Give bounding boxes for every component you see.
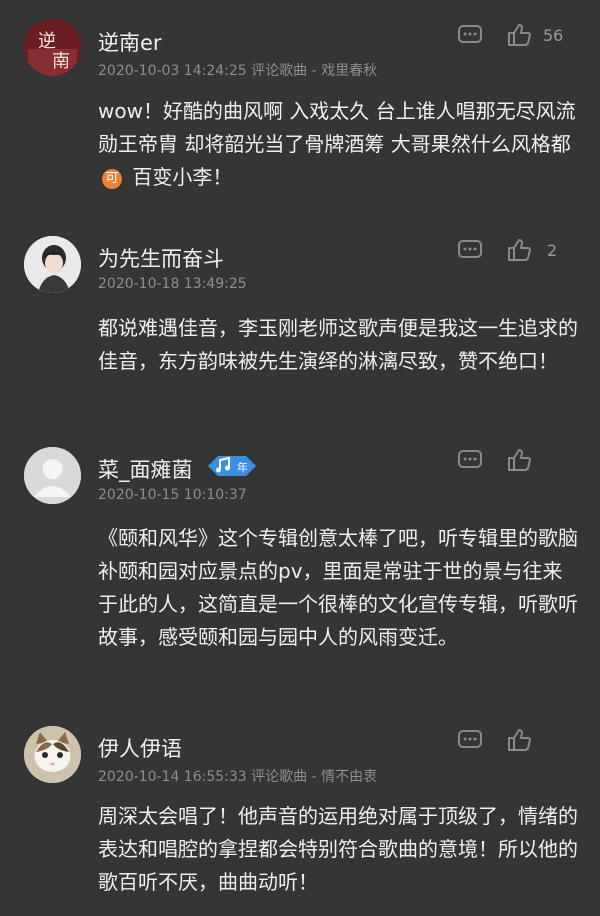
svg-text:逆: 逆 [38, 31, 56, 52]
username[interactable]: 伊人伊语 [98, 733, 182, 763]
comment-item: 逆 南 逆南er 2020-10-03 14:24:25 评论歌曲 - 戏里春秋… [0, 0, 600, 220]
thumbs-up-icon[interactable] [506, 727, 532, 753]
like-count: 2 [547, 241, 558, 260]
comment-text: 《颐和风华》这个专辑创意太棒了吧，听专辑里的歌脑补颐和园对应景点的pv，里面是常… [98, 526, 578, 649]
avatar[interactable] [24, 726, 81, 783]
comment-meta: 2020-10-03 14:24:25 评论歌曲 - 戏里春秋 [98, 63, 378, 79]
thumbs-up-icon[interactable] [506, 237, 532, 263]
thumbs-up-icon[interactable] [506, 22, 532, 48]
avatar[interactable]: 逆 南 [24, 19, 81, 76]
music-note-icon: 年 [208, 456, 256, 476]
comment-icon[interactable] [457, 22, 483, 48]
emoji-badge: 可 [102, 169, 122, 189]
comment-text: 都说难遇佳音，李玉刚老师这歌声便是我这一生追求的佳音，东方韵味被先生演绎的淋漓尽… [98, 316, 578, 373]
svg-text:南: 南 [52, 51, 70, 72]
thumbs-up-icon[interactable] [506, 447, 532, 473]
username[interactable]: 为先生而奋斗 [98, 243, 224, 273]
comment-icon[interactable] [457, 237, 483, 263]
avatar[interactable] [24, 236, 81, 293]
comment-text-part: wow！好酷的曲风啊 入戏太久 台上谁人唱那无尽风流 勋王帝胄 却将韶光当了骨牌… [98, 99, 576, 156]
comment-icon[interactable] [457, 727, 483, 753]
username[interactable]: 菜_面瘫菌 [98, 454, 193, 484]
comment-meta: 2020-10-14 16:55:33 评论歌曲 - 情不由衷 [98, 769, 378, 785]
username[interactable]: 逆南er [98, 27, 162, 57]
comment-text-part: 百变小李！ [126, 165, 233, 189]
like-count: 56 [543, 26, 564, 45]
vip-badge-label: 年 [237, 460, 248, 474]
comment-text: wow！好酷的曲风啊 入戏太久 台上谁人唱那无尽风流 勋王帝胄 却将韶光当了骨牌… [98, 95, 578, 194]
comment-meta: 2020-10-15 10:10:37 [98, 487, 247, 503]
comment-meta: 2020-10-18 13:49:25 [98, 276, 247, 292]
comment-text: 周深太会唱了！他声音的运用绝对属于顶级了，情绪的表达和唱腔的拿捏都会特别符合歌曲… [98, 804, 578, 894]
comment-icon[interactable] [457, 447, 483, 473]
avatar[interactable] [24, 447, 81, 504]
